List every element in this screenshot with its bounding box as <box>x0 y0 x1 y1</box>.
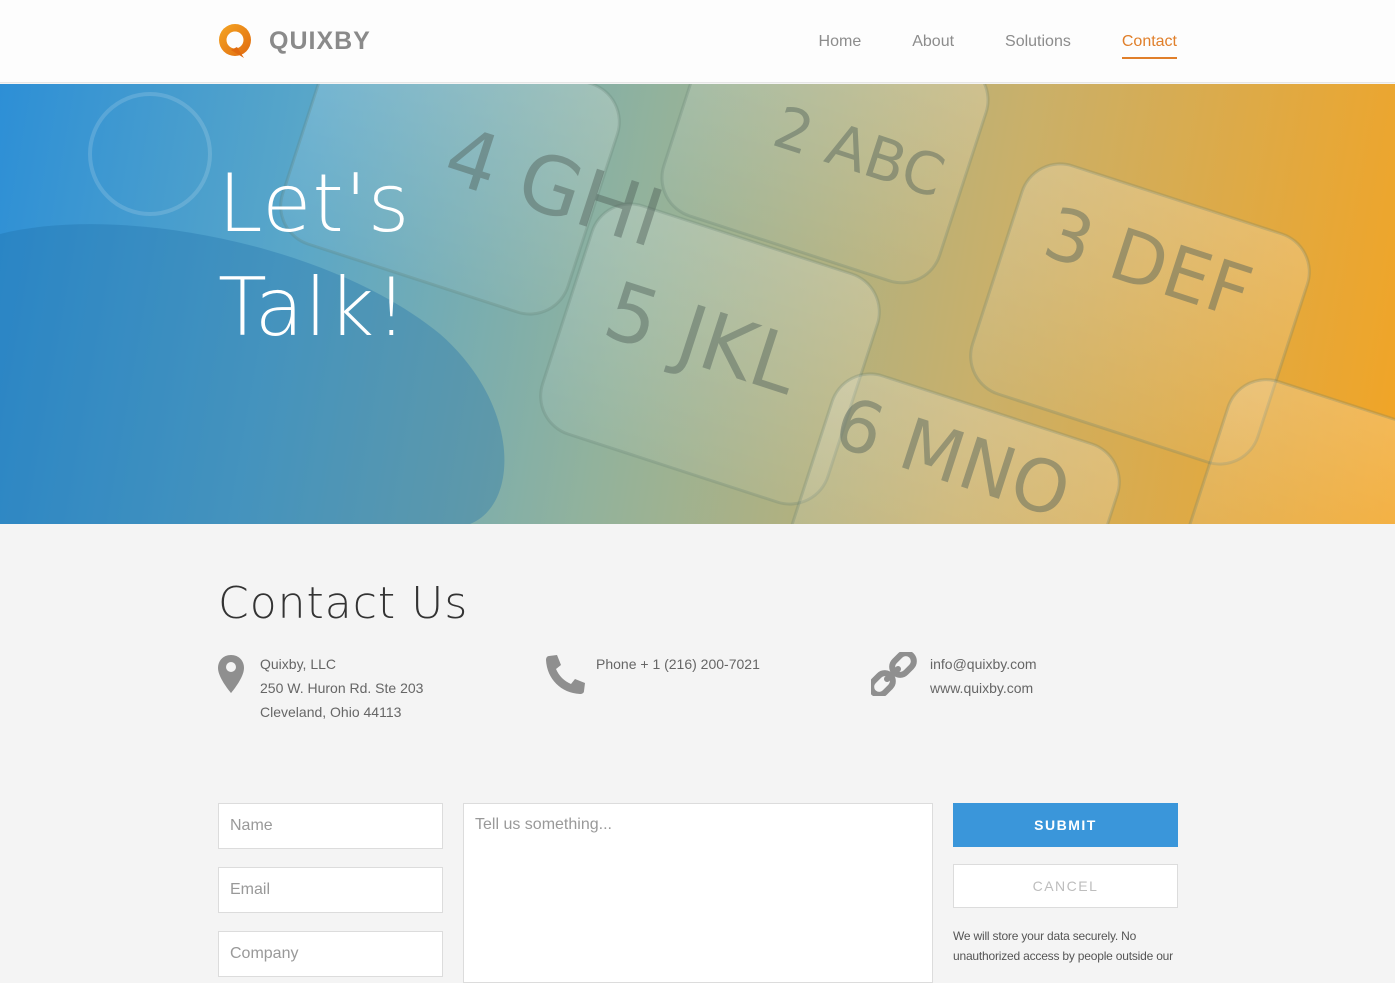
address-line: Cleveland, Ohio 44113 <box>260 704 402 720</box>
hero-banner: 4 GHI 2 ABC 5 JKL 3 DEF 6 MNO Let's Talk… <box>0 84 1395 524</box>
phone-lines: Phone + 1 (216) 200-7021 <box>596 652 760 696</box>
logo[interactable]: QUIXBY <box>217 21 371 61</box>
hero-title-line2: Talk! <box>218 261 409 354</box>
email-input[interactable] <box>218 867 443 913</box>
map-pin-icon <box>218 655 244 693</box>
brand-name: QUIXBY <box>269 26 371 55</box>
message-textarea[interactable] <box>463 803 933 983</box>
email-link[interactable]: info@quixby.com <box>930 652 1037 676</box>
web-block: info@quixby.com www.quixby.com <box>871 652 1037 700</box>
hero-title-line1: Let's <box>218 157 411 250</box>
contact-title: Contact Us <box>218 578 469 629</box>
nav-contact[interactable]: Contact <box>1121 32 1177 59</box>
name-input[interactable] <box>218 803 443 849</box>
address-line: 250 W. Huron Rd. Ste 203 <box>260 680 424 696</box>
phone-number[interactable]: Phone + 1 (216) 200-7021 <box>596 652 760 676</box>
nav-solutions[interactable]: Solutions <box>1005 32 1071 59</box>
nav-home[interactable]: Home <box>819 32 862 59</box>
company-input[interactable] <box>218 931 443 977</box>
address-lines: Quixby, LLC 250 W. Huron Rd. Ste 203 Cle… <box>260 652 423 724</box>
main-nav: Home About Solutions Contact <box>819 32 1177 59</box>
address-line: Quixby, LLC <box>260 656 336 672</box>
link-icon <box>871 652 917 696</box>
submit-button[interactable]: SUBMIT <box>953 803 1178 847</box>
web-lines: info@quixby.com www.quixby.com <box>930 652 1037 700</box>
phone-icon <box>546 655 585 694</box>
address-block: Quixby, LLC 250 W. Huron Rd. Ste 203 Cle… <box>218 652 423 724</box>
keypad-background-image: 4 GHI 2 ABC 5 JKL 3 DEF 6 MNO <box>0 84 1395 524</box>
q-logo-icon <box>219 24 251 58</box>
phone-block: Phone + 1 (216) 200-7021 <box>543 652 760 696</box>
privacy-note: We will store your data securely. No una… <box>953 929 1173 963</box>
site-header: QUIXBY Home About Solutions Contact <box>0 0 1395 83</box>
cancel-button[interactable]: CANCEL <box>953 864 1178 908</box>
website-link[interactable]: www.quixby.com <box>930 676 1037 700</box>
nav-about[interactable]: About <box>912 32 954 59</box>
hero-title: Let's Talk! <box>218 152 410 360</box>
